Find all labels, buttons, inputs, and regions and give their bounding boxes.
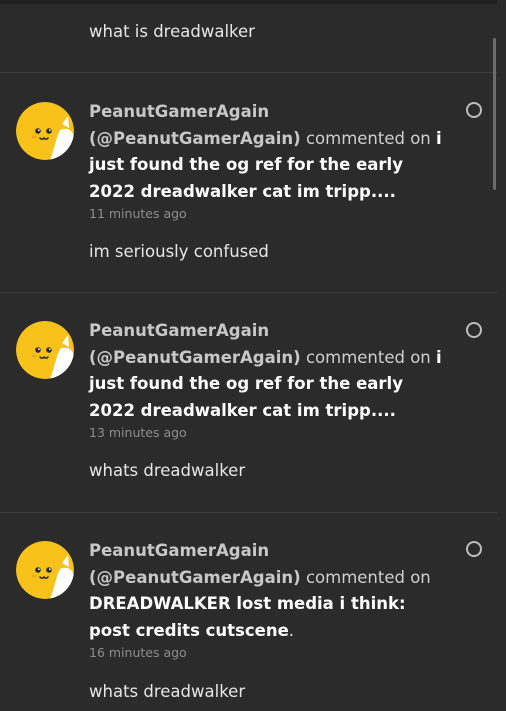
title-suffix: . [288,620,295,640]
timestamp: 11 minutes ago [89,206,187,221]
notification-item[interactable]: PeanutGamerAgain (@PeanutGamerAgain) com… [0,74,498,293]
timestamp: 16 minutes ago [89,645,187,660]
user-handle[interactable]: (@PeanutGamerAgain) [89,348,301,367]
yellow-cat-avatar-icon [16,321,74,379]
user-handle[interactable]: (@PeanutGamerAgain) [89,129,301,148]
comment-text: whats dreadwalker [89,461,246,480]
comment-text: what is dreadwalker [89,22,255,41]
comment-text: im seriously confused [89,242,269,261]
notification-item[interactable]: PeanutGamerAgain (@PeanutGamerAgain) com… [0,293,498,513]
post-title-link[interactable]: DREADWALKER lost media i think: post cre… [89,594,406,640]
comment-text: whats dreadwalker [89,682,246,701]
notification-text: PeanutGamerAgain (@PeanutGamerAgain) com… [89,318,449,442]
user-name[interactable]: PeanutGamerAgain [89,321,269,340]
mark-read-circle-icon[interactable] [466,322,482,338]
notification-item[interactable]: PeanutGamerAgain (@PeanutGamerAgain) com… [0,513,498,711]
notifications-panel: what is dreadwalker PeanutGamerAgain (@P… [0,0,506,711]
mark-read-circle-icon[interactable] [466,102,482,118]
yellow-cat-avatar-icon [16,541,74,599]
notification-text: PeanutGamerAgain (@PeanutGamerAgain) com… [89,99,449,223]
notification-text: PeanutGamerAgain (@PeanutGamerAgain) com… [89,538,449,662]
user-handle[interactable]: (@PeanutGamerAgain) [89,568,301,587]
user-avatar[interactable] [16,102,74,160]
timestamp: 13 minutes ago [89,425,187,440]
scrollbar-track[interactable] [497,0,506,711]
user-name[interactable]: PeanutGamerAgain [89,541,269,560]
notification-item-partial[interactable]: what is dreadwalker [0,0,498,73]
action-text: commented on [305,347,431,367]
yellow-cat-avatar-icon [16,102,74,160]
action-text: commented on [305,567,431,587]
user-avatar[interactable] [16,541,74,599]
user-name[interactable]: PeanutGamerAgain [89,102,269,121]
action-text: commented on [305,128,431,148]
user-avatar[interactable] [16,321,74,379]
scrollbar-thumb[interactable] [493,38,496,190]
mark-read-circle-icon[interactable] [466,541,482,557]
